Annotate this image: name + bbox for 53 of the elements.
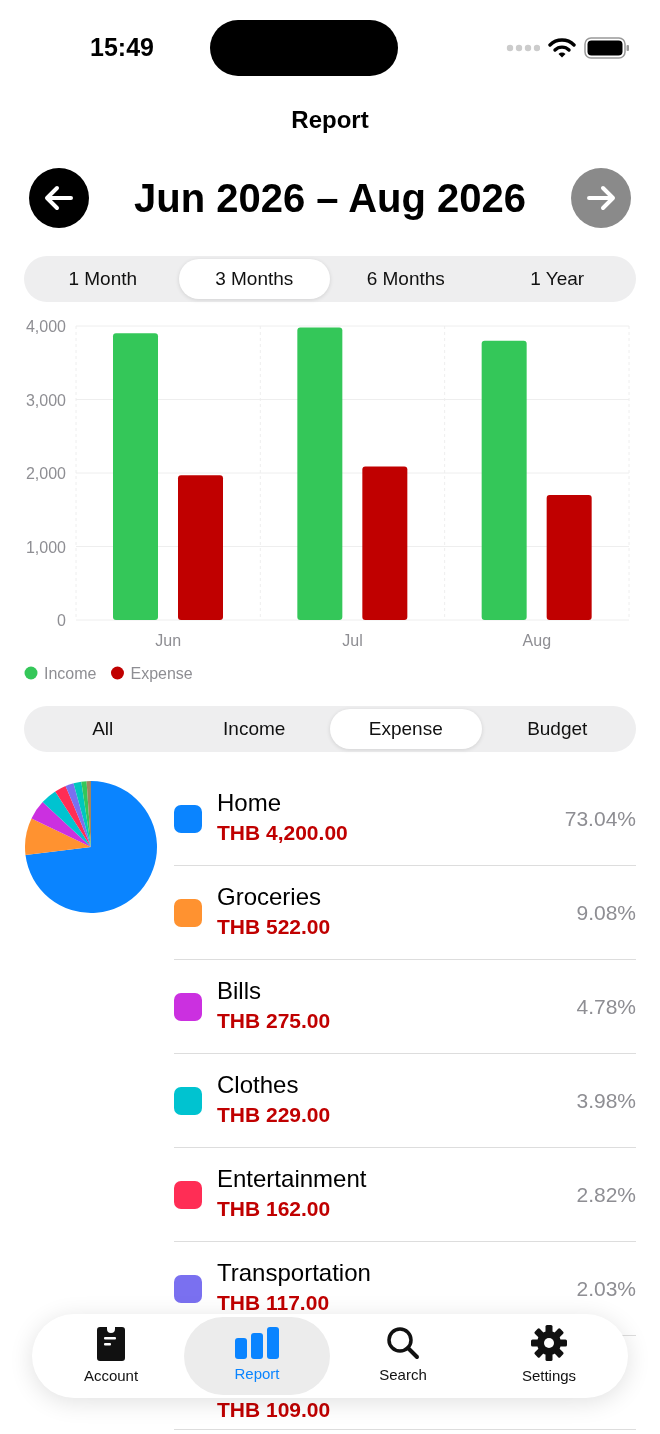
- segment-tab[interactable]: Income: [178, 709, 330, 749]
- tab-bar-item[interactable]: Account: [38, 1317, 184, 1395]
- bar-chart-icon: [235, 1326, 279, 1359]
- clock-time: 15:49: [90, 32, 154, 64]
- legend-label: Expense: [130, 665, 193, 682]
- page-title: Report: [290, 105, 370, 135]
- category-amount: THB 109.00: [217, 1396, 332, 1423]
- search-icon: [386, 1325, 420, 1360]
- category-name: Clothes: [217, 1070, 300, 1099]
- category-percent: 9.08%: [576, 899, 636, 926]
- signal-icon: [506, 44, 540, 52]
- category-amount: THB 4,200.00: [217, 819, 349, 846]
- segment-tab[interactable]: 1 Month: [27, 259, 179, 299]
- segment-tab[interactable]: 6 Months: [330, 259, 482, 299]
- category-amount: THB 162.00: [217, 1195, 332, 1222]
- category-percent: 2.03%: [576, 1275, 636, 1302]
- axis-label: 3,000: [25, 391, 66, 409]
- arrow-right-icon: [586, 185, 616, 211]
- axis-label: 1,000: [25, 538, 66, 556]
- category-amount: THB 117.00: [217, 1289, 331, 1316]
- legend-label: Income: [44, 665, 97, 682]
- segment-tab[interactable]: Budget: [481, 709, 633, 749]
- segment-tab[interactable]: 3 Months: [178, 259, 330, 299]
- segment-tab[interactable]: 1 Year: [481, 259, 633, 299]
- tab-bar-item[interactable]: Search: [330, 1317, 476, 1395]
- settings-icon: [531, 1324, 567, 1361]
- category-name: Entertainment: [217, 1164, 368, 1193]
- category-amount: THB 275.00: [217, 1007, 332, 1034]
- category-percent: 73.04%: [564, 805, 636, 832]
- category-name: Home: [217, 788, 283, 817]
- arrow-left-icon: [44, 185, 74, 211]
- category-percent: 4.78%: [576, 993, 636, 1020]
- wifi-icon: [548, 38, 576, 58]
- category-name: Groceries: [217, 882, 323, 911]
- previous-button[interactable]: [29, 168, 89, 228]
- battery-icon: [584, 37, 630, 59]
- segment-tab[interactable]: Expense: [330, 709, 482, 749]
- category-percent: 2.82%: [576, 1181, 636, 1208]
- segment-tab[interactable]: All: [27, 709, 179, 749]
- category-percent: 3.98%: [576, 1087, 636, 1114]
- category-amount: THB 522.00: [217, 913, 332, 940]
- tab-bar-item[interactable]: Settings: [476, 1317, 622, 1395]
- axis-label: Jun: [155, 632, 182, 649]
- axis-label: 0: [57, 612, 66, 629]
- axis-label: 2,000: [25, 465, 66, 482]
- clipboard-icon: [96, 1324, 126, 1361]
- category-amount: THB 229.00: [217, 1101, 332, 1128]
- axis-label: 4,000: [25, 318, 66, 335]
- axis-label: Aug: [522, 632, 552, 649]
- axis-label: Jul: [342, 632, 363, 649]
- category-name: Transportation: [217, 1258, 372, 1287]
- date-range: Jun 2026 – Aug 2026: [133, 175, 527, 222]
- category-name: Bills: [217, 976, 262, 1005]
